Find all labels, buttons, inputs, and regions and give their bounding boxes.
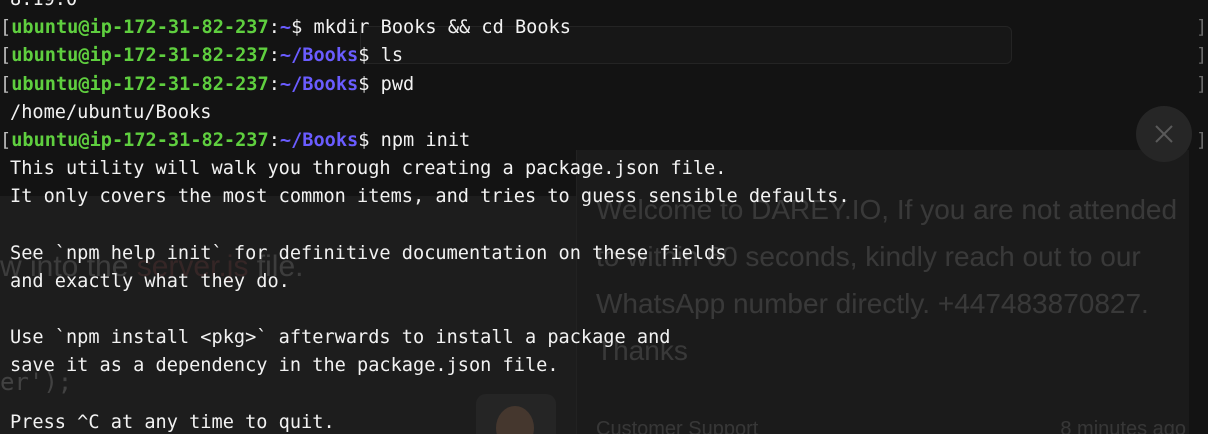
output-text: save it as a dependency in the package.j… [10, 355, 559, 377]
terminal-output[interactable]: 8.19.0 [ubuntu@ip-172-31-82-237:~$ mkdir… [0, 0, 1208, 434]
prompt-command: mkdir Books && cd Books [313, 17, 571, 39]
output-text: It only covers the most common items, an… [10, 186, 850, 208]
prompt-user-host: ubuntu@ip-172-31-82-237 [11, 129, 269, 151]
prompt-bracket-right: ] [1196, 45, 1208, 67]
output-text: /home/ubuntu/Books [10, 101, 212, 123]
prompt-bracket-left: [ [0, 73, 12, 95]
prompt-bracket-right: ] [1196, 129, 1208, 151]
terminal-output-line: /home/ubuntu/Books [0, 99, 1208, 127]
prompt-path: ~/Books [279, 73, 359, 95]
prompt-path: ~ [279, 17, 292, 39]
terminal-window[interactable]: Welcome to DAREY.IO, If you are not atte… [0, 0, 1208, 434]
output-text: Use `npm install <pkg>` afterwards to in… [10, 327, 671, 349]
terminal-partial-line: 8.19.0 [0, 0, 1208, 14]
prompt-colon: : [268, 17, 280, 39]
prompt-bracket-right: ] [1196, 17, 1208, 39]
prompt-dollar: $ [291, 17, 314, 39]
prompt-command: ls [380, 45, 404, 67]
prompt-user-host: ubuntu@ip-172-31-82-237 [11, 73, 269, 95]
terminal-output-line: See `npm help init` for definitive docum… [0, 240, 1208, 268]
terminal-prompt-line: [ubuntu@ip-172-31-82-237:~$ mkdir Books … [0, 14, 1208, 42]
terminal-output-line: It only covers the most common items, an… [0, 183, 1208, 211]
terminal-output-line: This utility will walk you through creat… [0, 155, 1208, 183]
prompt-bracket-left: [ [0, 129, 12, 151]
terminal-output-line: Use `npm install <pkg>` afterwards to in… [0, 324, 1208, 352]
partial-line-text: 8.19.0 [10, 0, 77, 10]
terminal-prompt-line: [ubuntu@ip-172-31-82-237:~/Books$ npm in… [0, 127, 1208, 155]
prompt-bracket-left: [ [0, 17, 12, 39]
terminal-prompt-line: [ubuntu@ip-172-31-82-237:~/Books$ ls] [0, 42, 1208, 70]
prompt-dollar: $ [358, 73, 381, 95]
prompt-user-host: ubuntu@ip-172-31-82-237 [11, 17, 269, 39]
output-text: and exactly what they do. [10, 270, 290, 292]
terminal-output-line: and exactly what they do. [0, 268, 1208, 296]
terminal-output-line: save it as a dependency in the package.j… [0, 352, 1208, 380]
output-text: Press ^C at any time to quit. [10, 411, 335, 433]
terminal-prompt-line: [ubuntu@ip-172-31-82-237:~/Books$ pwd] [0, 71, 1208, 99]
prompt-colon: : [268, 129, 280, 151]
prompt-colon: : [268, 73, 280, 95]
prompt-command: pwd [380, 73, 415, 95]
prompt-command: npm init [380, 129, 471, 151]
output-text: This utility will walk you through creat… [10, 158, 727, 180]
prompt-colon: : [268, 45, 280, 67]
prompt-bracket-right: ] [1196, 73, 1208, 95]
prompt-bracket-left: [ [0, 45, 12, 67]
terminal-output-line: Press ^C at any time to quit. [0, 409, 1208, 434]
prompt-path: ~/Books [279, 129, 359, 151]
output-text: See `npm help init` for definitive docum… [10, 242, 727, 264]
prompt-path: ~/Books [279, 45, 359, 67]
prompt-dollar: $ [358, 45, 381, 67]
prompt-user-host: ubuntu@ip-172-31-82-237 [11, 45, 269, 67]
prompt-dollar: $ [358, 129, 381, 151]
